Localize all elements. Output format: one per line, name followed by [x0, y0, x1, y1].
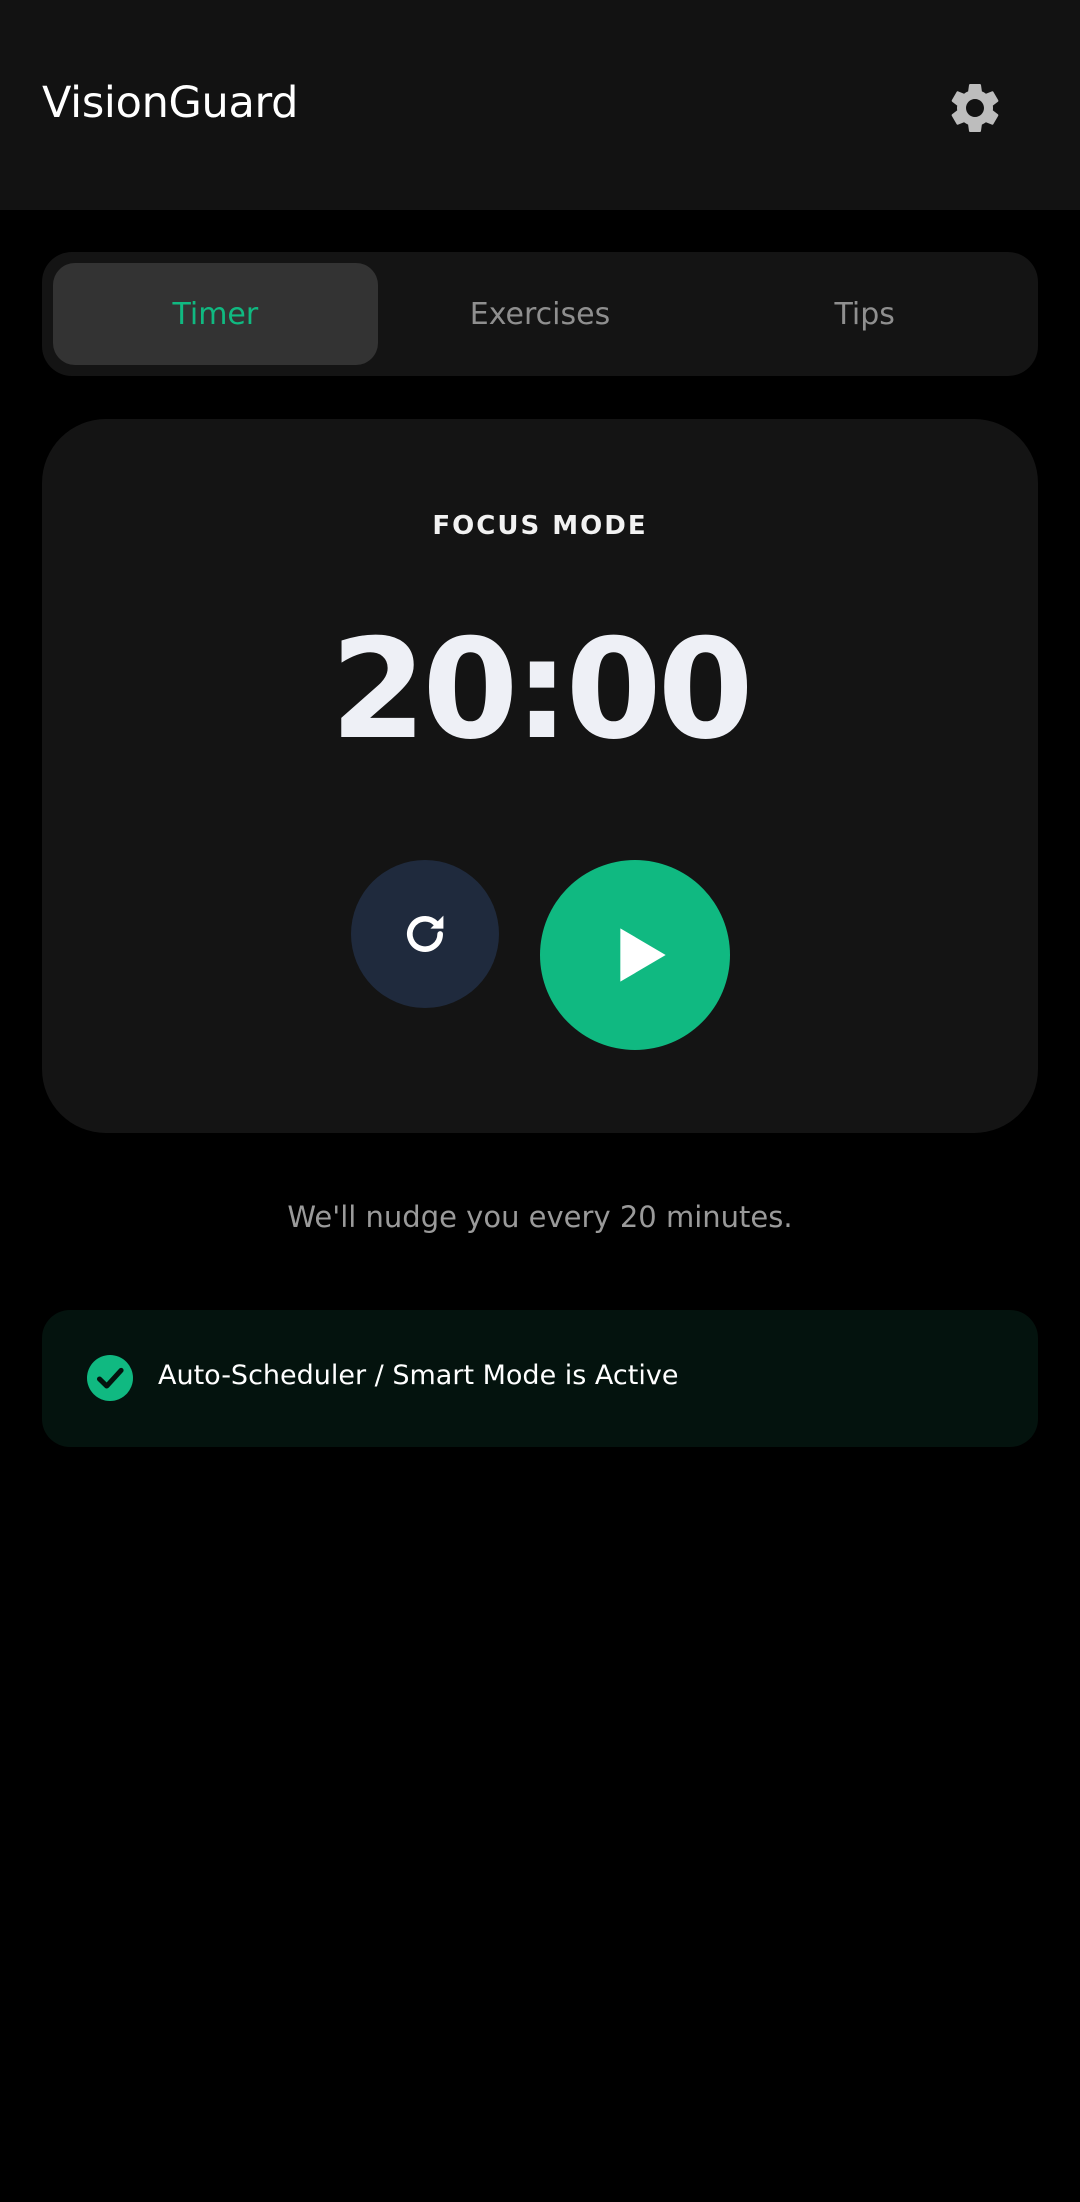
play-button[interactable] [540, 860, 730, 1050]
status-text: Auto-Scheduler / Smart Mode is Active [158, 1360, 679, 1391]
refresh-icon [407, 915, 444, 952]
nudge-text: We'll nudge you every 20 minutes. [287, 1200, 793, 1234]
tab-bar: Timer Exercises Tips [42, 252, 1038, 376]
status-banner: Auto-Scheduler / Smart Mode is Active [42, 1310, 1038, 1447]
tab-exercises[interactable]: Exercises [378, 263, 703, 365]
play-icon [620, 928, 666, 982]
tab-tips[interactable]: Tips [702, 263, 1027, 365]
app-header: VisionGuard [0, 0, 1080, 210]
reset-button[interactable] [351, 860, 499, 1008]
check-circle-icon [87, 1355, 133, 1401]
app-title: VisionGuard [42, 78, 299, 128]
gear-icon [951, 83, 999, 132]
mode-label: FOCUS MODE [432, 511, 648, 541]
tab-timer[interactable]: Timer [53, 263, 378, 365]
app-root: VisionGuard Timer Exercises Tips FOCUS M… [0, 0, 1080, 2202]
settings-button[interactable] [942, 75, 1008, 141]
time-display: 20:00 [330, 609, 753, 770]
timer-card: FOCUS MODE 20:00 [42, 419, 1038, 1133]
